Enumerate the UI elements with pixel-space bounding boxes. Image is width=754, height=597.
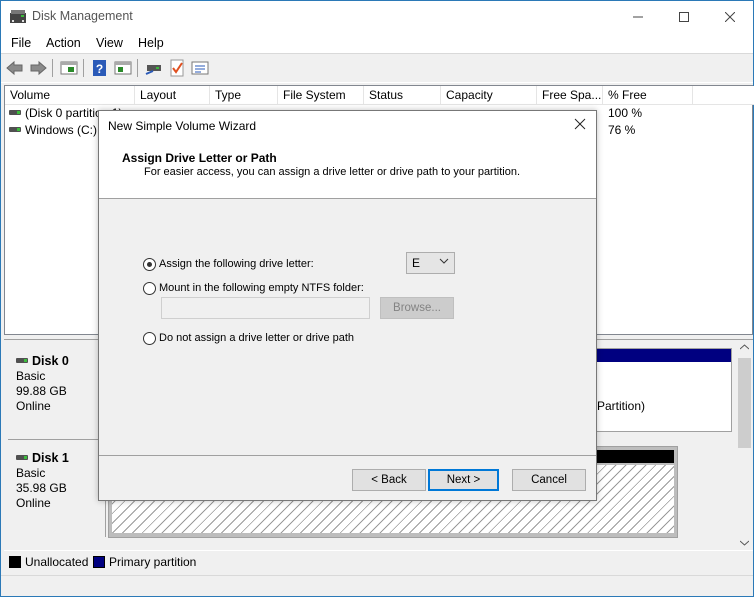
column-header-status[interactable]: Status (364, 86, 441, 105)
browse-button[interactable]: Browse... (380, 297, 454, 319)
connect-disk-icon[interactable] (145, 59, 163, 77)
column-header-volume[interactable]: Volume (5, 86, 135, 105)
disk-icon (16, 358, 28, 364)
wizard-heading: Assign Drive Letter or Path (122, 151, 277, 165)
minimize-icon (633, 16, 643, 17)
disk-name: Disk 1 (32, 451, 69, 465)
column-header-percent-free[interactable]: % Free (603, 86, 693, 105)
scroll-down-icon[interactable] (740, 540, 749, 546)
ntfs-folder-path-input[interactable] (161, 297, 370, 319)
maximize-button[interactable] (661, 1, 707, 32)
radio-no-drive-letter[interactable] (143, 332, 156, 345)
radio-label[interactable]: Do not assign a drive letter or drive pa… (159, 332, 354, 344)
disk-management-app-icon (10, 10, 26, 23)
help-icon[interactable]: ? (91, 59, 109, 77)
disk-type: Basic (16, 466, 46, 480)
close-button[interactable] (707, 1, 753, 32)
dialog-separator (99, 455, 596, 456)
scroll-up-icon[interactable] (740, 344, 749, 350)
radio-label[interactable]: Assign the following drive letter: (159, 258, 314, 270)
disk-status: Online (16, 496, 51, 510)
close-icon[interactable] (573, 117, 587, 131)
toolbar-separator (137, 59, 138, 77)
volume-list-header: Volume Layout Type File System Status Ca… (5, 86, 754, 105)
forward-arrow-icon[interactable] (29, 59, 47, 77)
disk-type: Basic (16, 369, 46, 383)
drive-letter-select[interactable]: E (406, 252, 455, 274)
back-button[interactable]: < Back (352, 469, 426, 491)
scrollbar-thumb[interactable] (738, 358, 751, 448)
legend-swatch-primary-partition (93, 556, 105, 568)
drive-letter-value: E (412, 256, 421, 270)
maximize-icon (679, 11, 689, 22)
console-tree-icon[interactable] (60, 59, 78, 77)
radio-assign-drive-letter[interactable] (143, 258, 156, 271)
minimize-button[interactable] (615, 1, 661, 32)
cancel-button[interactable]: Cancel (512, 469, 586, 491)
radio-mount-ntfs-folder[interactable] (143, 282, 156, 295)
percent-free: 76 % (608, 123, 636, 137)
partition-label: Partition) (597, 399, 646, 413)
volume-name: Windows (C:) (25, 123, 98, 137)
radio-label[interactable]: Mount in the following empty NTFS folder… (159, 282, 364, 294)
column-header-free-space[interactable]: Free Spa... (537, 86, 603, 105)
toolbar-separator (83, 59, 84, 77)
back-arrow-icon[interactable] (6, 59, 24, 77)
column-header-capacity[interactable]: Capacity (441, 86, 537, 105)
column-header-file-system[interactable]: File System (278, 86, 364, 105)
legend-label: Unallocated (25, 555, 89, 569)
wizard-subheading: For easier access, you can assign a driv… (144, 166, 521, 178)
toolbar: ? (1, 54, 753, 83)
window-title: Disk Management (32, 9, 133, 23)
disk-0-info[interactable]: Disk 0 Basic 99.88 GB Online (8, 344, 106, 440)
check-icon[interactable] (168, 59, 186, 77)
disk-size: 99.88 GB (16, 384, 67, 398)
legend-swatch-unallocated (9, 556, 21, 568)
wizard-header: New Simple Volume Wizard Assign Drive Le… (99, 111, 596, 199)
dialog-title: New Simple Volume Wizard (108, 119, 257, 133)
volume-icon (9, 110, 21, 116)
new-simple-volume-wizard-dialog: New Simple Volume Wizard Assign Drive Le… (98, 110, 597, 501)
next-button[interactable]: Next > (428, 469, 499, 491)
percent-free: 100 % (608, 106, 643, 120)
menu-bar: File Action View Help (1, 32, 753, 54)
close-icon (725, 11, 735, 22)
column-header-type[interactable]: Type (210, 86, 278, 105)
disk-status: Online (16, 399, 51, 413)
title-bar: Disk Management (1, 1, 753, 32)
properties-icon[interactable] (191, 59, 209, 77)
disk-name: Disk 0 (32, 354, 69, 368)
menu-file[interactable]: File (11, 36, 31, 50)
status-bar (1, 575, 753, 596)
svg-text:?: ? (96, 62, 103, 76)
menu-view[interactable]: View (96, 36, 123, 50)
legend-label: Primary partition (109, 555, 197, 569)
menu-help[interactable]: Help (138, 36, 164, 50)
disk-1-info[interactable]: Disk 1 Basic 35.98 GB Online (8, 441, 106, 537)
legend: Unallocated Primary partition (4, 550, 753, 574)
action-pane-icon[interactable] (114, 59, 132, 77)
volume-icon (9, 127, 21, 133)
vertical-scrollbar[interactable] (736, 340, 753, 550)
menu-action[interactable]: Action (46, 36, 81, 50)
toolbar-separator (52, 59, 53, 77)
disk-size: 35.98 GB (16, 481, 67, 495)
chevron-down-icon (439, 258, 449, 264)
column-header-layout[interactable]: Layout (135, 86, 210, 105)
disk-icon (16, 455, 28, 461)
